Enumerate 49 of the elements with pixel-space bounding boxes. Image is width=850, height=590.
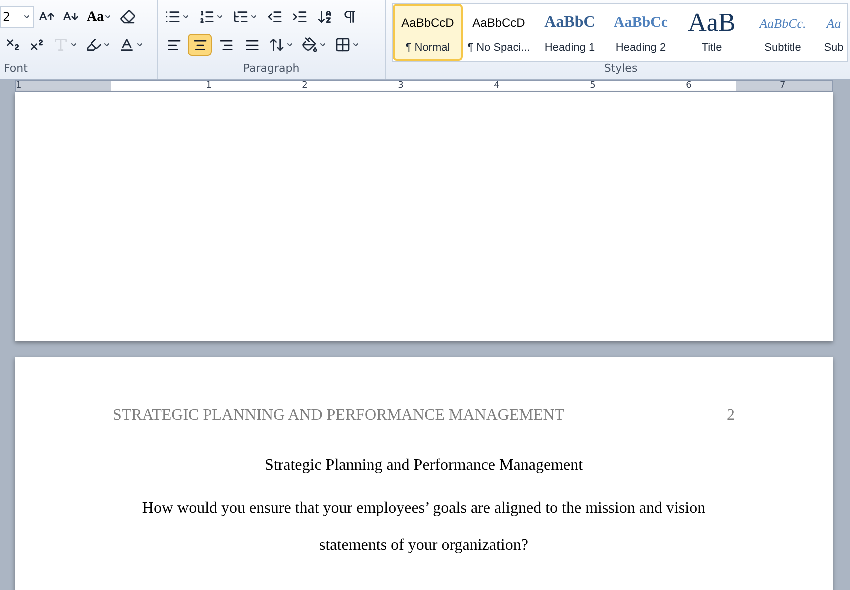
shading-icon — [302, 37, 318, 53]
group-label: Paragraph — [242, 62, 301, 76]
borders-icon — [335, 37, 351, 53]
ruler-number: 7 — [780, 81, 786, 91]
align-icon — [166, 38, 182, 52]
align-button[interactable] — [188, 34, 212, 56]
font-size-field[interactable]: 2 — [0, 6, 34, 28]
running-header: STRATEGIC PLANNING AND PERFORMANCE MANAGEMENT — [113, 406, 565, 426]
ruler-number: 4 — [493, 81, 501, 91]
bullets-icon — [165, 9, 181, 25]
group-label: Styles — [603, 62, 639, 76]
subscript-icon — [5, 37, 21, 53]
caret-icon — [286, 41, 294, 49]
caret-icon — [103, 41, 111, 49]
font-color-icon — [119, 37, 135, 53]
numbering-icon — [199, 9, 215, 25]
superscript-icon — [29, 37, 45, 53]
align-icon — [192, 38, 208, 52]
caret-icon — [182, 13, 190, 21]
highlight-icon — [86, 37, 102, 53]
ruler-number: 2 — [301, 81, 309, 91]
ruler-number: 5 — [589, 81, 597, 91]
align-icon — [244, 38, 260, 52]
page-number: 2 — [727, 406, 735, 426]
increase-indent-icon — [292, 9, 308, 25]
caret-icon — [319, 41, 327, 49]
clear-formatting-icon — [120, 9, 136, 25]
caret-icon — [104, 13, 112, 21]
document-title: Strategic Planning and Performance Management — [264, 456, 584, 476]
caret-icon — [250, 13, 258, 21]
style-swatch[interactable]: AaBbCcD ¶ Normal — [393, 4, 463, 61]
caret-icon — [352, 41, 360, 49]
pilcrow-icon — [342, 9, 358, 25]
ruler-number: 3 — [397, 81, 405, 91]
caret-icon — [136, 41, 144, 49]
align-icon — [218, 38, 234, 52]
decrease-indent-icon — [267, 9, 283, 25]
caret-icon — [23, 13, 31, 21]
group-label: Font — [4, 62, 28, 76]
body-paragraph: How would you ensure that your employees’ goals are aligned to the mission and vision statements of your organization? — [141, 499, 707, 556]
ruler-number: 1 — [205, 81, 213, 91]
caret-icon — [70, 41, 78, 49]
line-spacing-icon — [269, 37, 285, 53]
ruler-number: 6 — [685, 81, 693, 91]
sort-icon — [317, 9, 333, 25]
multilevel-list-icon — [233, 9, 249, 25]
ruler-number: 1 — [16, 81, 22, 91]
change-case-button[interactable]: Aa — [84, 6, 116, 28]
caret-icon — [216, 13, 224, 21]
